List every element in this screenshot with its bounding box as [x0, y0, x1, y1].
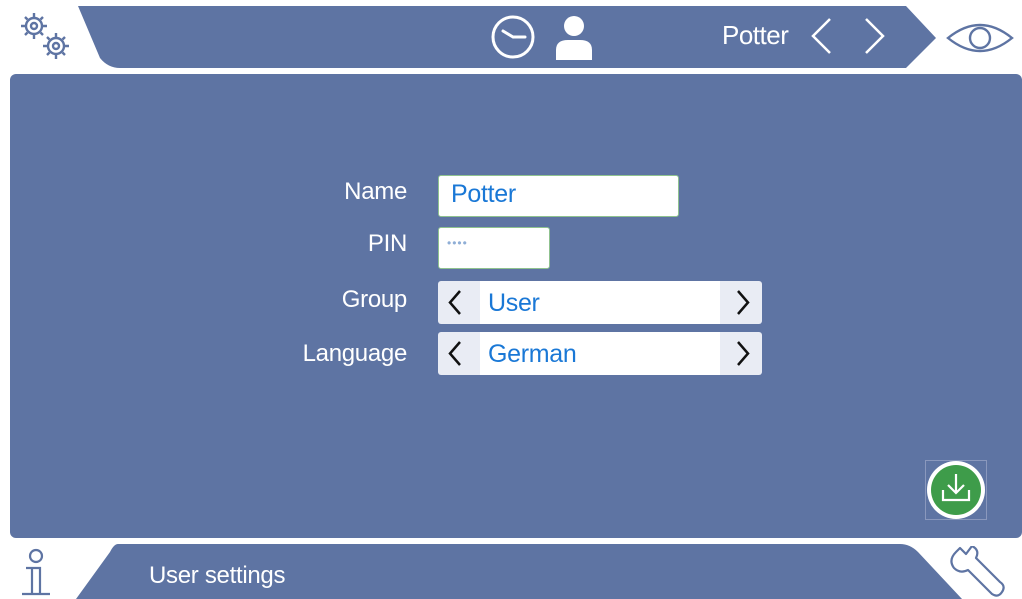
language-value: German: [488, 340, 577, 368]
info-icon[interactable]: [14, 548, 58, 598]
gears-icon[interactable]: [14, 8, 76, 64]
download-icon: [925, 460, 987, 520]
language-label: Language: [302, 340, 408, 367]
user-settings-panel: Name Potter PIN •••• Group User Language…: [10, 74, 1022, 538]
clock-icon[interactable]: [490, 14, 536, 60]
chevron-right-icon[interactable]: [862, 16, 888, 56]
bottom-bar: User settings: [0, 540, 1022, 599]
group-value-box: User: [480, 281, 720, 324]
current-user-name: Potter: [722, 20, 789, 50]
chevron-left-icon[interactable]: [808, 16, 834, 56]
pin-label: PIN: [367, 230, 407, 257]
group-selector: User: [438, 281, 762, 324]
name-input-value: Potter: [451, 180, 516, 208]
name-input[interactable]: Potter: [438, 175, 679, 217]
user-icon[interactable]: [552, 14, 596, 60]
language-value-box: German: [480, 332, 720, 375]
group-value: User: [488, 289, 540, 317]
language-next-button[interactable]: [724, 332, 762, 375]
pin-input-value: ••••: [447, 236, 468, 250]
top-bar: Potter: [0, 0, 1022, 68]
language-prev-button[interactable]: [438, 332, 476, 375]
save-button[interactable]: [925, 460, 987, 520]
pin-input[interactable]: ••••: [438, 227, 550, 269]
group-label: Group: [341, 286, 408, 313]
page-title: User settings: [149, 562, 286, 589]
name-label: Name: [344, 178, 407, 205]
group-prev-button[interactable]: [438, 281, 476, 324]
wrench-icon[interactable]: [946, 546, 1010, 598]
eye-icon[interactable]: [944, 18, 1016, 58]
language-selector: German: [438, 332, 762, 375]
group-next-button[interactable]: [724, 281, 762, 324]
